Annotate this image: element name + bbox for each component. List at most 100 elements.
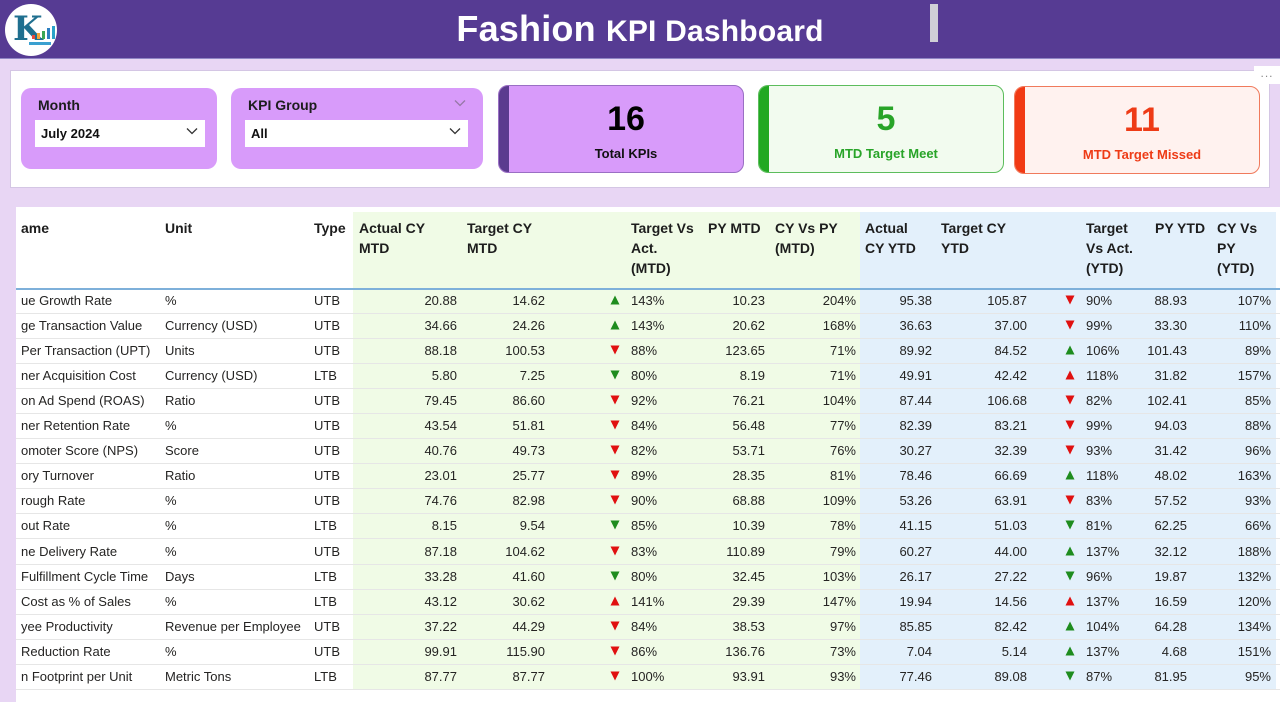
actual-ytd-cell: 49.91 — [899, 368, 932, 384]
table-row[interactable]: ner Retention Rate% UTB 43.54 51.81 84% 56.48… — [16, 414, 1280, 440]
cy-vs-py-mtd-cell: 93% — [829, 668, 856, 684]
py-ytd-cell: 4.68 — [1161, 643, 1187, 659]
kpi-name-cell: rough Rate — [21, 493, 86, 509]
unit-cell: Ratio — [165, 393, 196, 409]
column-header[interactable]: Target CY MTD — [467, 218, 532, 258]
mtd-target-missed-card: 11 MTD Target Missed — [1014, 86, 1260, 174]
target-vs-actual-mtd-cell: 80% — [631, 368, 658, 384]
actual-mtd-cell: 88.18 — [424, 343, 457, 359]
table-row[interactable]: Fulfillment Cycle Time Days LTB 33.28 41.60 8… — [16, 565, 1280, 590]
chevron-down-icon[interactable] — [453, 96, 467, 110]
triangle-down-icon — [1065, 320, 1075, 330]
column-header[interactable]: Target Vs Act. (YTD) — [1086, 218, 1133, 278]
cy-vs-py-mtd-cell: 104% — [822, 393, 856, 409]
target-mtd-cell: 100.53 — [505, 343, 545, 359]
unit-cell: Score — [165, 443, 199, 459]
triangle-down-icon — [1065, 420, 1075, 430]
cy-vs-py-mtd-cell: 147% — [822, 593, 856, 609]
actual-ytd-cell: 78.46 — [899, 468, 932, 484]
py-ytd-cell: 31.82 — [1154, 368, 1187, 384]
target-ytd-cell: 14.56 — [994, 593, 1027, 609]
column-header[interactable]: Actual CY MTD — [359, 218, 425, 258]
target-vs-actual-ytd-cell: 82% — [1086, 393, 1113, 409]
column-header[interactable]: PY YTD — [1155, 218, 1205, 238]
actual-ytd-cell: 41.15 — [899, 518, 932, 534]
column-header[interactable]: Actual CY YTD — [865, 218, 916, 258]
table-row[interactable]: on Ad Spend (ROAS) Ratio UTB 79.45 86.60 92% 7… — [16, 389, 1280, 415]
column-header[interactable]: CY Vs PY (YTD) — [1217, 218, 1257, 278]
cy-vs-py-mtd-cell: 109% — [822, 493, 856, 509]
target-vs-actual-ytd-cell: 137% — [1086, 543, 1120, 559]
cy-vs-py-ytd-cell: 88% — [1244, 418, 1271, 434]
mtd-target-meet-card: 5 MTD Target Meet — [758, 85, 1004, 173]
py-ytd-cell: 31.42 — [1154, 443, 1187, 459]
table-row[interactable]: out Rate% LTB 8.15 9.54 85% 10.39 78% 41.15 51.0… — [16, 514, 1280, 540]
target-mtd-cell: 86.60 — [512, 393, 545, 409]
more-options-button[interactable]: ... — [1254, 66, 1280, 84]
kpi-group-dropdown[interactable]: All — [245, 120, 468, 147]
column-header[interactable]: PY MTD — [708, 218, 761, 238]
column-header[interactable]: Type — [314, 218, 346, 238]
column-header[interactable]: ame — [21, 218, 49, 238]
target-vs-actual-mtd-cell: 143% — [631, 318, 665, 334]
target-vs-actual-mtd-cell: 89% — [631, 468, 658, 484]
triangle-up-icon — [610, 596, 620, 606]
column-header[interactable]: CY Vs PY (MTD) — [775, 218, 838, 258]
cy-vs-py-ytd-cell: 89% — [1244, 343, 1271, 359]
mtd-target-meet-label: MTD Target Meet — [834, 146, 938, 161]
cy-vs-py-ytd-cell: 163% — [1237, 468, 1271, 484]
table-row[interactable]: n Footprint per Unit Metric Tons LTB 87.77 8… — [16, 665, 1280, 690]
actual-ytd-cell: 30.27 — [899, 443, 932, 459]
mtd-target-missed-value: 11 — [1124, 101, 1160, 139]
table-row[interactable]: ory Turnover Ratio UTB 23.01 25.77 89% 28.35 81… — [16, 464, 1280, 490]
month-slicer: Month July 2024 — [21, 88, 217, 169]
unit-cell: Days — [165, 568, 195, 584]
triangle-up-icon — [1065, 470, 1075, 480]
triangle-down-icon — [1065, 445, 1075, 455]
target-vs-actual-ytd-cell: 137% — [1086, 643, 1120, 659]
table-row[interactable]: Per Transaction (UPT) Units UTB 88.18 100.53… — [16, 339, 1280, 365]
kpi-group-dropdown-value: All — [251, 126, 268, 141]
table-row[interactable]: ne Delivery Rate% UTB 87.18 104.62 83% 110.89… — [16, 540, 1280, 565]
target-vs-actual-ytd-cell: 90% — [1086, 293, 1113, 308]
table-row[interactable]: yee Productivity Revenue per Employee UTB 3… — [16, 615, 1280, 640]
column-header[interactable]: Unit — [165, 218, 192, 238]
triangle-down-icon — [1065, 295, 1075, 305]
actual-mtd-cell: 8.15 — [431, 518, 457, 534]
table-row[interactable]: ner Acquisition Cost Currency (USD) LTB 5.8… — [16, 364, 1280, 390]
target-ytd-cell: 89.08 — [994, 668, 1027, 684]
kpi-name-cell: ne Delivery Rate — [21, 543, 118, 559]
table-row[interactable]: omoter Score (NPS) Score UTB 40.76 49.73 82% 5… — [16, 439, 1280, 465]
column-header[interactable]: Target Vs Act. (MTD) — [631, 218, 694, 278]
py-ytd-cell: 16.59 — [1154, 593, 1187, 609]
unit-cell: Metric Tons — [165, 668, 232, 684]
py-ytd-cell: 64.28 — [1154, 618, 1187, 634]
unit-cell: % — [165, 593, 177, 609]
actual-ytd-cell: 85.85 — [899, 618, 932, 634]
target-vs-actual-ytd-cell: 118% — [1086, 368, 1119, 384]
target-vs-actual-ytd-cell: 118% — [1086, 468, 1119, 484]
actual-ytd-cell: 89.92 — [899, 343, 932, 359]
table-row[interactable]: ge Transaction Value Currency (USD) UTB 34.… — [16, 314, 1280, 340]
py-mtd-cell: 28.35 — [732, 468, 765, 484]
card-accent — [1015, 87, 1025, 173]
chevron-down-icon — [449, 128, 461, 135]
kpi-table: ame Unit Type Actual CY MTD Target CY MTD Tar… — [16, 207, 1280, 702]
actual-ytd-cell: 26.17 — [899, 568, 932, 584]
table-row[interactable]: rough Rate% UTB 74.76 82.98 90% 68.88 109% 53.2… — [16, 489, 1280, 515]
table-row[interactable]: Cost as % of Sales% LTB 43.12 30.62 141% 29.3… — [16, 590, 1280, 615]
chevron-down-icon — [186, 128, 198, 135]
kpi-group-slicer: KPI Group All — [231, 88, 483, 169]
target-vs-actual-mtd-cell: 88% — [631, 343, 658, 359]
py-mtd-cell: 10.39 — [732, 518, 765, 534]
table-row[interactable]: ue Growth Rate% UTB 20.88 14.62 143% 10.23 204… — [16, 289, 1280, 314]
target-vs-actual-ytd-cell: 96% — [1086, 568, 1113, 584]
target-ytd-cell: 51.03 — [994, 518, 1027, 534]
month-dropdown[interactable]: July 2024 — [35, 120, 205, 147]
column-header[interactable]: Target CY YTD — [941, 218, 1006, 258]
target-vs-actual-ytd-cell: 99% — [1086, 418, 1113, 434]
kpi-name-cell: on Ad Spend (ROAS) — [21, 393, 145, 409]
table-row[interactable]: Reduction Rate% UTB 99.91 115.90 86% 136.76 73… — [16, 640, 1280, 665]
triangle-down-icon — [610, 370, 620, 380]
target-mtd-cell: 104.62 — [505, 543, 545, 559]
